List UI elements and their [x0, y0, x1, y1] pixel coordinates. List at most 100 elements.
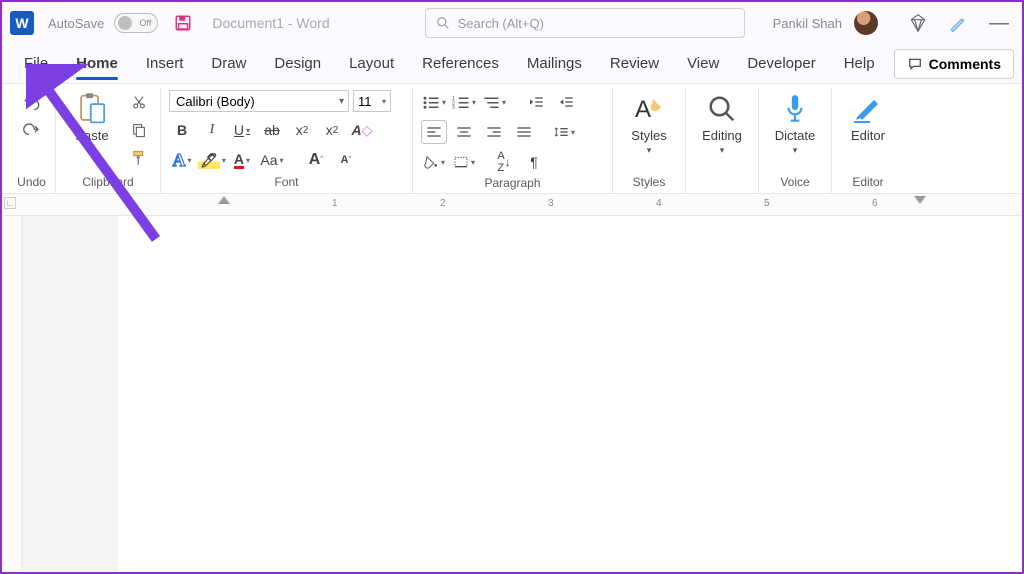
svg-text:3: 3 [452, 105, 455, 109]
diamond-icon[interactable] [902, 7, 934, 39]
microphone-icon [778, 92, 812, 126]
text-effects-button[interactable]: A▾ [169, 148, 195, 172]
superscript-button[interactable]: x2 [319, 118, 345, 142]
redo-button[interactable] [19, 118, 45, 142]
ruler-tick: 5 [764, 198, 770, 209]
grow-font-button[interactable]: Aˆ [303, 148, 329, 172]
editor-icon [851, 92, 885, 126]
paste-button[interactable]: Paste ▾ [64, 90, 120, 158]
editing-button[interactable]: Editing ▾ [694, 90, 750, 158]
chevron-down-icon[interactable]: ▾ [793, 145, 798, 156]
user-name[interactable]: Pankil Shah [773, 16, 842, 31]
align-center-button[interactable] [451, 120, 477, 144]
subscript-button[interactable]: x2 [289, 118, 315, 142]
indent-marker[interactable] [218, 196, 230, 204]
tab-developer[interactable]: Developer [733, 47, 829, 80]
autosave-state: Off [140, 18, 152, 28]
ribbon: Undo Paste ▾ Clipboard Calibri (Body) 11… [2, 84, 1022, 194]
editor-group-label: Editor [840, 173, 896, 193]
font-name-combo[interactable]: Calibri (Body) [169, 90, 349, 112]
styles-button[interactable]: A Styles ▾ [621, 90, 677, 158]
vertical-ruler[interactable] [2, 216, 22, 572]
font-color-button[interactable]: A▾ [229, 148, 255, 172]
voice-group-label: Voice [767, 173, 823, 193]
group-editing: Editing ▾ [686, 88, 759, 193]
group-editor: Editor Editor [832, 88, 904, 193]
chevron-down-icon[interactable]: ▾ [720, 145, 725, 156]
bold-button[interactable]: B [169, 118, 195, 142]
shading-button[interactable]: ▾ [421, 150, 447, 174]
clear-format-button[interactable]: A◇ [349, 118, 375, 142]
ruler-tick: 2 [440, 198, 446, 209]
justify-button[interactable] [511, 120, 537, 144]
word-app-icon: W [10, 11, 34, 35]
underline-button[interactable]: U▾ [229, 118, 255, 142]
format-painter-button[interactable] [126, 146, 152, 170]
chevron-down-icon[interactable]: ▾ [647, 145, 652, 156]
increase-indent-button[interactable] [553, 90, 579, 114]
change-case-button[interactable]: Aa▾ [259, 148, 285, 172]
dictate-button[interactable]: Dictate ▾ [767, 90, 823, 158]
tab-file[interactable]: File [10, 47, 62, 80]
search-box[interactable]: Search (Alt+Q) [425, 8, 745, 38]
document-page[interactable] [118, 216, 1022, 572]
align-left-button[interactable] [421, 120, 447, 144]
tab-review[interactable]: Review [596, 47, 673, 80]
line-spacing-button[interactable]: ▾ [551, 120, 577, 144]
right-indent-marker[interactable] [914, 196, 926, 204]
highlight-button[interactable]: 🖊▾ [199, 148, 225, 172]
numbering-button[interactable]: 123▾ [451, 90, 477, 114]
tab-design[interactable]: Design [260, 47, 335, 80]
toggle-knob [118, 16, 132, 30]
undo-button[interactable] [19, 90, 45, 114]
clipboard-group-label: Clipboard [64, 173, 152, 193]
tab-help[interactable]: Help [830, 47, 889, 80]
search-placeholder: Search (Alt+Q) [458, 16, 544, 31]
tab-selector[interactable]: ∟ [4, 197, 16, 209]
copy-button[interactable] [126, 118, 152, 142]
comments-button[interactable]: Comments [894, 49, 1014, 79]
editor-button[interactable]: Editor [840, 90, 896, 145]
styles-icon: A [632, 92, 666, 126]
tab-references[interactable]: References [408, 47, 513, 80]
save-icon[interactable] [174, 14, 192, 32]
shrink-font-button[interactable]: Aˇ [333, 148, 359, 172]
minimize-button[interactable]: — [982, 7, 1014, 39]
italic-button[interactable]: I [199, 118, 225, 142]
align-right-button[interactable] [481, 120, 507, 144]
paragraph-group-label: Paragraph [421, 174, 604, 194]
pen-icon[interactable] [942, 7, 974, 39]
autosave-toggle[interactable]: Off [114, 13, 158, 33]
title-bar: W AutoSave Off Document1 - Word Search (… [2, 2, 1022, 44]
show-marks-button[interactable]: ¶ [521, 150, 547, 174]
document-title: Document1 - Word [212, 15, 329, 31]
borders-button[interactable]: ▾ [451, 150, 477, 174]
horizontal-ruler[interactable]: ∟ 1 2 3 4 5 6 [2, 194, 1022, 216]
ribbon-tabs: File Home Insert Draw Design Layout Refe… [2, 44, 1022, 84]
tab-home[interactable]: Home [62, 47, 132, 80]
strikethrough-button[interactable]: ab [259, 118, 285, 142]
tab-layout[interactable]: Layout [335, 47, 408, 80]
font-size-combo[interactable]: 11▾ [353, 90, 391, 112]
tab-insert[interactable]: Insert [132, 47, 198, 80]
decrease-indent-button[interactable] [523, 90, 549, 114]
tab-draw[interactable]: Draw [197, 47, 260, 80]
cut-button[interactable] [126, 90, 152, 114]
comments-label: Comments [929, 56, 1001, 72]
group-paragraph: ▾ 123▾ ▾ ▾ ▾ ▾ AZ↓ ¶ [413, 88, 613, 193]
undo-group-label: Undo [16, 173, 47, 193]
ruler-tick: 3 [548, 198, 554, 209]
group-clipboard: Paste ▾ Clipboard [56, 88, 161, 193]
user-avatar[interactable] [854, 11, 878, 35]
tab-view[interactable]: View [673, 47, 733, 80]
bullets-button[interactable]: ▾ [421, 90, 447, 114]
chevron-down-icon[interactable]: ▾ [90, 145, 95, 156]
tab-mailings[interactable]: Mailings [513, 47, 596, 80]
ruler-tick: 6 [872, 198, 878, 209]
ruler-tick: 1 [332, 198, 338, 209]
sort-button[interactable]: AZ↓ [491, 150, 517, 174]
group-font: Calibri (Body) 11▾ B I U▾ ab x2 x2 A◇ A▾… [161, 88, 413, 193]
page-gutter [22, 216, 118, 572]
multilevel-button[interactable]: ▾ [481, 90, 507, 114]
paste-icon [75, 92, 109, 126]
